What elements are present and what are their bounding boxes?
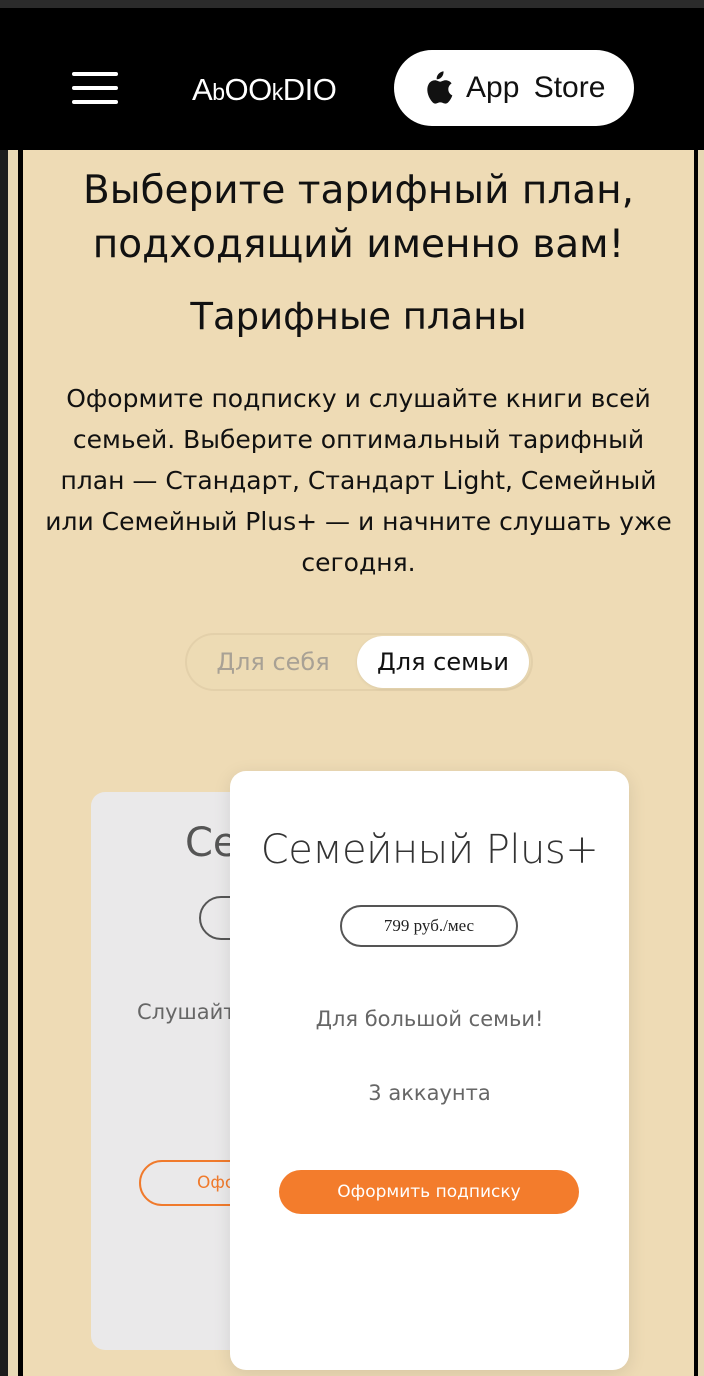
hamburger-icon[interactable]: [72, 72, 118, 106]
toggle-option-self[interactable]: Для себя: [193, 636, 353, 688]
plan-card-family-plus: Семейный Plus+ 799 руб./мес Для большой …: [230, 771, 629, 1370]
apple-icon: [427, 71, 453, 104]
section-description: Оформите подписку и слушайте книги всей …: [45, 384, 672, 577]
status-strip: [0, 0, 704, 8]
toggle-option-family[interactable]: Для семьи: [357, 636, 529, 688]
app-store-button[interactable]: App Store: [394, 50, 634, 126]
plan-card-title: Семейный Plus+: [260, 827, 599, 873]
frame-left: [0, 150, 8, 1376]
price-badge: 799 руб./мес: [340, 905, 518, 947]
plan-card-description: Для большой семьи!: [315, 1007, 544, 1031]
frame-right-edge: [698, 150, 704, 1376]
app-store-label: App Store: [466, 71, 606, 104]
plan-card-accounts: 3 аккаунта: [368, 1081, 491, 1105]
subscribe-button[interactable]: Оформить подписку: [279, 1170, 579, 1214]
plan-audience-toggle: Для себя Для семьи: [185, 633, 533, 691]
section-title: Тарифные планы: [190, 295, 527, 338]
pricing-section: Выберите тарифный план, подходящий именн…: [23, 150, 694, 1376]
plan-card-description: Слушайт: [137, 1000, 236, 1024]
frame-left-inner: [8, 150, 18, 1376]
logo[interactable]: AbOOkDIO: [192, 70, 337, 110]
page-headline: Выберите тарифный план, подходящий именн…: [82, 168, 635, 267]
site-header: AbOOkDIO App Store: [0, 8, 704, 150]
